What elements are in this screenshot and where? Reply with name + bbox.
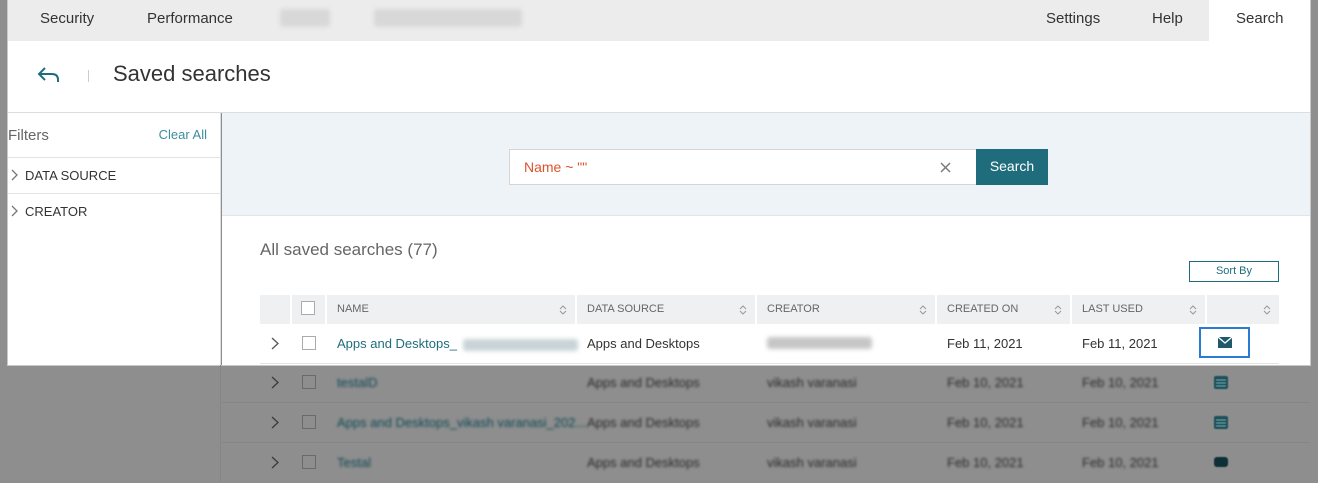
- th-created-on-label: CREATED ON: [947, 303, 1019, 315]
- sort-arrows-icon: [1263, 305, 1271, 315]
- search-input[interactable]: Name ~ "": [509, 149, 977, 185]
- table-header: NAME DATA SOURCE CREATOR CREATED ON LAST…: [260, 295, 1279, 324]
- chevron-right-icon: [11, 169, 18, 181]
- search-band: Name ~ "" Search: [222, 113, 1310, 216]
- row-data-source: Apps and Desktops: [587, 455, 700, 470]
- th-created-on[interactable]: CREATED ON: [937, 295, 1070, 324]
- th-expand: [260, 295, 290, 324]
- row-last-used: Feb 10, 2021: [1082, 415, 1159, 430]
- row-name-link[interactable]: Testal: [337, 455, 371, 470]
- back-arrow-icon[interactable]: [36, 63, 62, 87]
- row-data-source: Apps and Desktops: [587, 375, 700, 390]
- search-query-text: Name ~ "": [524, 159, 588, 175]
- row-data-source: Apps and Desktops: [587, 415, 700, 430]
- page-header: Saved searches: [8, 41, 1310, 113]
- search-button[interactable]: Search: [976, 149, 1048, 185]
- row-data-source: Apps and Desktops: [587, 336, 700, 351]
- row-last-used: Feb 10, 2021: [1082, 375, 1159, 390]
- header-divider: [88, 70, 89, 82]
- filters-sidebar: Filters Clear All DATA SOURCE CREATOR: [8, 113, 221, 365]
- clear-search-icon[interactable]: [939, 161, 952, 174]
- table-row[interactable]: Testal Apps and Desktops vikash varanasi…: [222, 443, 1310, 483]
- row-created-on: Feb 10, 2021: [947, 375, 1024, 390]
- row-created-on: Feb 10, 2021: [947, 455, 1024, 470]
- filter-group-label: DATA SOURCE: [25, 168, 117, 183]
- sort-arrows-icon: [739, 305, 747, 315]
- th-creator-label: CREATOR: [767, 303, 820, 315]
- report-icon[interactable]: [1214, 376, 1228, 389]
- table-row[interactable]: Apps and Desktops_vikash varanasi_202...…: [222, 403, 1310, 443]
- row-name-link[interactable]: testalD: [337, 375, 377, 390]
- email-report-button[interactable]: [1199, 327, 1250, 358]
- row-name-link[interactable]: Apps and Desktops_vikash varanasi_202...: [337, 415, 586, 430]
- row-creator: vikash varanasi: [767, 455, 857, 470]
- redacted-creator: [767, 337, 872, 349]
- sort-arrows-icon: [559, 305, 567, 315]
- expand-row-icon[interactable]: [271, 337, 279, 350]
- row-created-on: Feb 11, 2021: [947, 336, 1023, 351]
- th-last-used-label: LAST USED: [1082, 303, 1143, 315]
- expand-row-icon[interactable]: [271, 376, 279, 389]
- tab-search-label: Search: [1236, 10, 1284, 27]
- row-checkbox[interactable]: [302, 336, 316, 350]
- email-icon: [1218, 337, 1232, 348]
- tab-search-active[interactable]: Search: [1209, 0, 1310, 41]
- top-nav: Security Performance Settings Help Searc…: [8, 0, 1310, 41]
- select-all-checkbox[interactable]: [301, 301, 315, 315]
- clear-all-link[interactable]: Clear All: [159, 127, 207, 142]
- sort-arrows-icon: [1189, 305, 1197, 315]
- main-content: Name ~ "" Search All saved searches (77)…: [222, 113, 1310, 365]
- th-select: [292, 295, 325, 324]
- filter-group-data-source[interactable]: DATA SOURCE: [8, 157, 221, 193]
- row-name-link[interactable]: Apps and Desktops_: [337, 336, 578, 351]
- tab-help[interactable]: Help: [1152, 10, 1183, 27]
- expand-row-icon[interactable]: [271, 416, 279, 429]
- expand-row-icon[interactable]: [271, 456, 279, 469]
- row-checkbox[interactable]: [302, 455, 316, 469]
- tab-usage-blurred[interactable]: [280, 9, 330, 27]
- row-checkbox[interactable]: [302, 415, 316, 429]
- sort-arrows-icon: [1054, 305, 1062, 315]
- row-creator: vikash varanasi: [767, 375, 857, 390]
- th-last-used[interactable]: LAST USED: [1072, 295, 1205, 324]
- row-last-used: Feb 10, 2021: [1082, 455, 1159, 470]
- row-created-on: Feb 10, 2021: [947, 415, 1024, 430]
- dimmed-sidebar: [0, 365, 221, 482]
- saved-searches-count-title: All saved searches (77): [260, 240, 438, 259]
- row-name-text: Apps and Desktops_: [337, 336, 457, 351]
- row-last-used: Feb 11, 2021: [1082, 336, 1158, 351]
- filters-title: Filters: [8, 127, 49, 144]
- tab-settings[interactable]: Settings: [1046, 10, 1100, 27]
- monitor-icon[interactable]: [1214, 456, 1228, 469]
- table-row[interactable]: testalD Apps and Desktops vikash varanas…: [222, 363, 1310, 403]
- page-title: Saved searches: [113, 61, 271, 86]
- sort-by-button[interactable]: Sort By: [1189, 261, 1279, 282]
- th-creator[interactable]: CREATOR: [757, 295, 935, 324]
- th-name[interactable]: NAME: [327, 295, 575, 324]
- report-icon[interactable]: [1214, 416, 1228, 429]
- tab-user-activity-blurred[interactable]: [374, 9, 522, 27]
- sort-arrows-icon: [919, 305, 927, 315]
- filter-group-label: CREATOR: [25, 204, 88, 219]
- row-checkbox[interactable]: [302, 375, 316, 389]
- th-actions: [1207, 295, 1279, 324]
- filter-group-creator[interactable]: CREATOR: [8, 193, 221, 229]
- chevron-right-icon: [11, 205, 18, 217]
- th-data-source[interactable]: DATA SOURCE: [577, 295, 755, 324]
- th-name-label: NAME: [337, 303, 369, 315]
- redacted-name-suffix: [462, 338, 578, 351]
- table-row[interactable]: Apps and Desktops_ Apps and Desktops Feb…: [260, 324, 1279, 364]
- th-data-source-label: DATA SOURCE: [587, 303, 665, 315]
- row-creator: vikash varanasi: [767, 415, 857, 430]
- tab-performance[interactable]: Performance: [147, 10, 233, 27]
- tab-security[interactable]: Security: [40, 10, 94, 27]
